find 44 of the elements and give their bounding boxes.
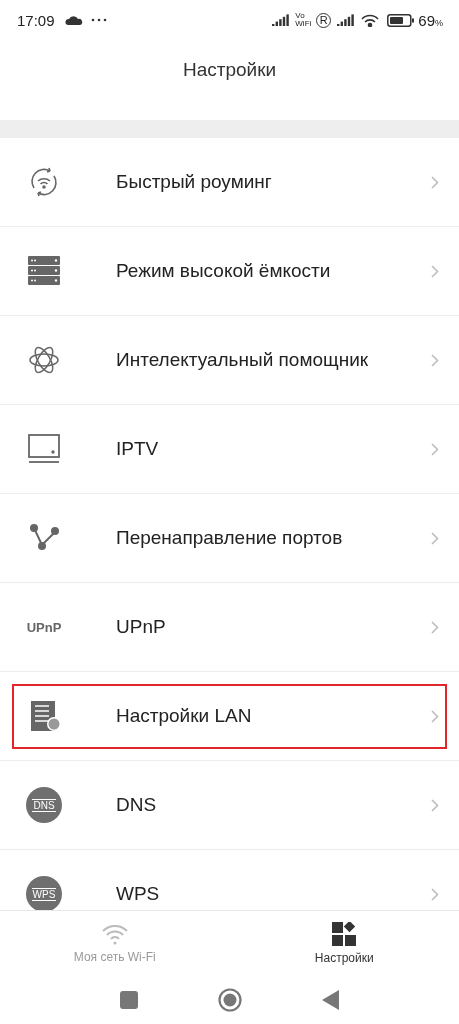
volte-label: WiFi <box>295 20 312 28</box>
more-icon <box>90 18 107 22</box>
chevron-right-icon <box>431 620 439 634</box>
home-button[interactable] <box>217 988 242 1012</box>
page-title: Настройки <box>182 59 277 81</box>
wifi-icon <box>361 13 380 27</box>
server-icon <box>28 256 60 286</box>
tiles-icon <box>332 922 357 946</box>
battery-percent: 69% <box>418 11 443 29</box>
nav-tab[interactable]: Настройки <box>229 911 459 976</box>
badge-text: DNS <box>32 798 56 812</box>
signal-icon <box>272 14 291 26</box>
wifi-icon <box>100 923 129 945</box>
settings-item[interactable]: WPS <box>116 883 431 905</box>
atom-icon <box>28 344 60 376</box>
settings-item[interactable]: Настройки LAN <box>116 705 431 727</box>
branch-icon <box>28 523 60 553</box>
recents-button[interactable] <box>119 991 138 1009</box>
settings-item[interactable]: Быстрый роуминг <box>116 171 431 193</box>
settings-item[interactable]: DNS <box>116 794 431 816</box>
chevron-right-icon <box>431 709 439 723</box>
battery-icon <box>387 13 416 27</box>
settings-item[interactable]: Перенаправление портов <box>116 527 431 549</box>
monitor-icon <box>28 434 60 464</box>
chevron-right-icon <box>431 175 439 189</box>
settings-item[interactable]: UPnP <box>116 616 431 638</box>
chevron-right-icon <box>431 887 439 901</box>
chevron-right-icon <box>431 264 439 278</box>
settings-item[interactable]: IPTV <box>116 438 431 460</box>
upnp-logo: UPnP <box>26 619 62 635</box>
signal-icon <box>337 14 356 26</box>
volte-label: Vo <box>295 12 306 20</box>
document-list-icon <box>28 701 60 731</box>
badge-text: WPS <box>31 887 57 901</box>
back-button[interactable] <box>321 990 340 1010</box>
cloud-icon <box>64 15 83 25</box>
clock: 17:09 <box>17 11 55 29</box>
wifi-sync-icon <box>28 166 60 198</box>
chevron-right-icon <box>431 442 439 456</box>
settings-item[interactable]: Интелектуальный помощник <box>116 349 431 371</box>
chevron-right-icon <box>431 531 439 545</box>
settings-item[interactable]: Режим высокой ёмкости <box>116 260 431 282</box>
chevron-right-icon <box>431 353 439 367</box>
chevron-right-icon <box>431 798 439 812</box>
